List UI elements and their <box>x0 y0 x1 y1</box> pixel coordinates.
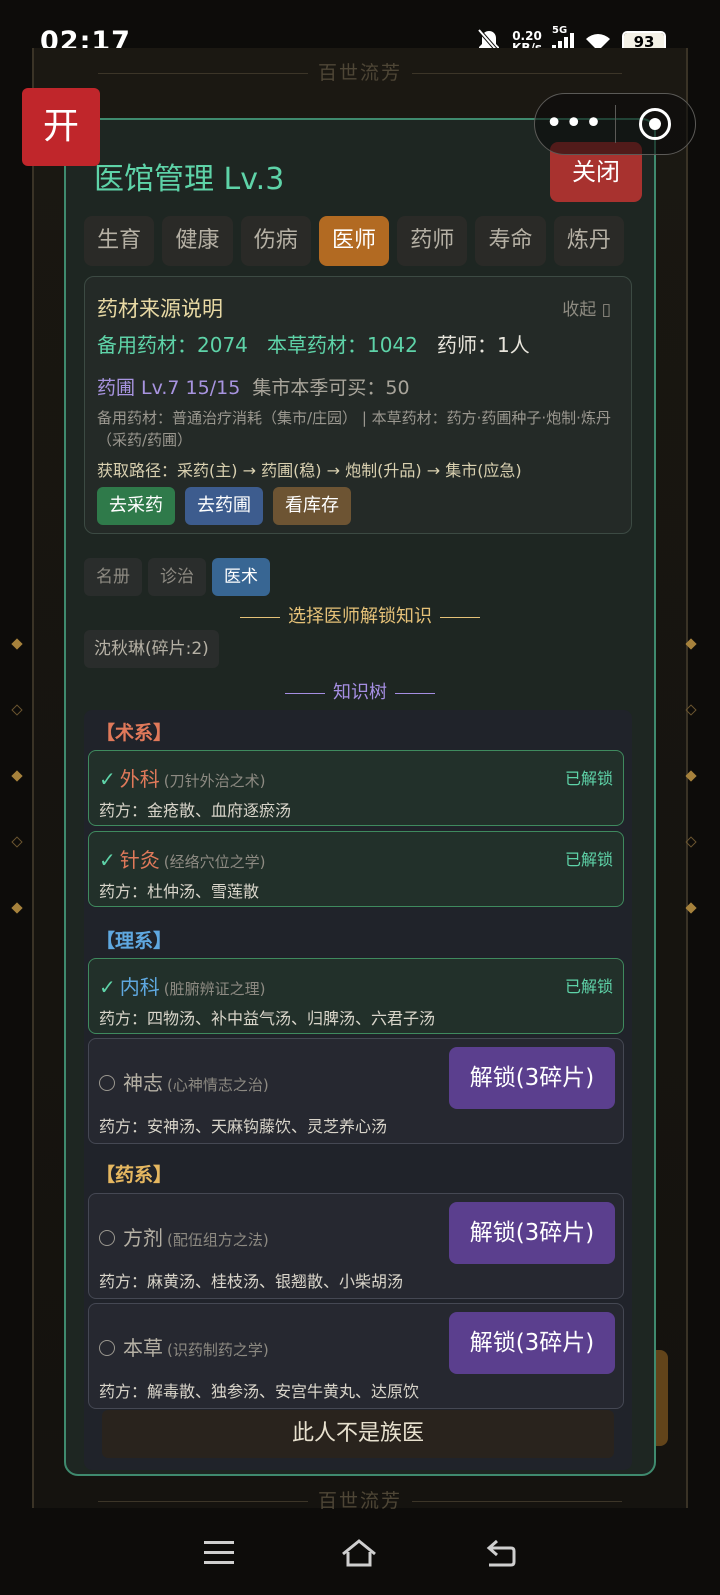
branch-yao: 【药系】 <box>96 1164 173 1186</box>
backup-herbs-label: 备用药材： <box>97 333 197 357</box>
herb-source-title: 药材来源说明 <box>97 297 223 321</box>
check-icon: ✓ <box>99 848 116 872</box>
knowledge-node-materia-medica: 本草 (识药制药之学) 解锁(3碎片) 药方：解毒散、独参汤、安宫牛黄丸、达原饮 <box>88 1303 624 1409</box>
node-desc: (刀针外治之术) <box>163 772 266 790</box>
node-recipes: 药方：安神汤、天麻钩藤饮、灵芝养心汤 <box>99 1117 388 1136</box>
subtab-medicine[interactable]: 医术 <box>212 558 270 596</box>
category-tabs: 生育 健康 伤病 医师 药师 寿命 炼丹 <box>84 216 624 266</box>
node-recipes: 药方：麻黄汤、桂枝汤、银翘散、小柴胡汤 <box>99 1272 404 1291</box>
close-miniprogram-icon[interactable] <box>616 108 696 140</box>
pharmacist-value: 1人 <box>496 333 530 357</box>
herb-garden-button[interactable]: 去药圃 <box>185 487 263 525</box>
subtab-roster[interactable]: 名册 <box>84 558 142 596</box>
home-icon[interactable] <box>340 1538 378 1568</box>
tab-alchemy[interactable]: 炼丹 <box>553 216 624 266</box>
radio-circle-icon <box>99 1075 115 1091</box>
node-recipes: 药方：金疮散、血府逐瘀汤 <box>99 801 292 820</box>
modal-title: 医馆管理 Lv.3 <box>94 162 285 197</box>
knowledge-node-formula: 方剂 (配伍组方之法) 解锁(3碎片) 药方：麻黄汤、桂枝汤、银翘散、小柴胡汤 <box>88 1193 624 1299</box>
herb-source-card: 药材来源说明 收起 ▯ 备用药材：2074 本草药材：1042 药师：1人 药圃… <box>84 276 632 534</box>
garden-market-info: 药圃 Lv.7 15/15 集市本季可买：50 <box>97 373 410 400</box>
branch-shu: 【术系】 <box>96 722 173 744</box>
physician-subtabs: 名册 诊治 医术 <box>84 558 270 596</box>
node-desc: (识药制药之学) <box>167 1341 269 1359</box>
signal-label: 5G <box>552 25 568 36</box>
game-title-top: 百世流芳 <box>0 58 720 85</box>
right-ornament <box>684 638 698 914</box>
game-title-bottom: 百世流芳 <box>0 1486 720 1513</box>
radio-circle-icon <box>99 1230 115 1246</box>
node-desc: (心神情志之治) <box>167 1076 269 1094</box>
pharmacist-label: 药师： <box>436 333 497 357</box>
unlock-button[interactable]: 解锁(3碎片) <box>449 1202 615 1264</box>
knowledge-node-mind: 神志 (心神情志之治) 解锁(3碎片) 药方：安神汤、天麻钩藤饮、灵芝养心汤 <box>88 1038 624 1144</box>
backup-herbs-value: 2074 <box>197 333 248 357</box>
tab-lifespan[interactable]: 寿命 <box>475 216 546 266</box>
check-icon: ✓ <box>99 767 116 791</box>
collapse-button[interactable]: 收起 ▯ <box>562 295 611 320</box>
node-status: 已解锁 <box>564 769 613 788</box>
select-physician-heading-text: 选择医师解锁知识 <box>288 606 432 627</box>
physician-chip[interactable]: 沈秋琳(碎片:2) <box>84 630 219 668</box>
node-name: 方剂 <box>123 1226 163 1250</box>
node-name: 本草 <box>123 1336 163 1360</box>
node-recipes: 药方：解毒散、独参汤、安宫牛黄丸、达原饮 <box>99 1382 420 1401</box>
clinic-management-modal: 医馆管理 Lv.3 关闭 生育 健康 伤病 医师 药师 寿命 炼丹 药材来源说明… <box>64 118 656 1476</box>
knowledge-node-internal[interactable]: ✓ 内科 (脏腑辨证之理) 已解锁 药方：四物汤、补中益气汤、归脾汤、六君子汤 <box>88 958 624 1034</box>
miniprogram-capsule: ••• <box>534 93 696 155</box>
tab-injury[interactable]: 伤病 <box>240 216 311 266</box>
herb-counts: 备用药材：2074 本草药材：1042 药师：1人 <box>97 329 530 358</box>
view-inventory-button[interactable]: 看库存 <box>273 487 351 525</box>
knowledge-tree-heading-text: 知识树 <box>333 682 387 703</box>
radio-circle-icon <box>99 1340 115 1356</box>
gather-herbs-button[interactable]: 去采药 <box>97 487 175 525</box>
back-icon[interactable] <box>483 1538 517 1568</box>
branch-li: 【理系】 <box>96 930 173 952</box>
node-desc: (脏腑辨证之理) <box>163 980 266 998</box>
node-status: 已解锁 <box>564 977 613 996</box>
tab-health[interactable]: 健康 <box>162 216 233 266</box>
acquisition-path: 获取路径：采药(主) → 药圃(稳) → 炮制(升品) → 集市(应急) <box>97 461 522 480</box>
more-menu-icon[interactable]: ••• <box>535 109 615 139</box>
system-nav-bar <box>0 1510 720 1595</box>
knowledge-node-surgery[interactable]: ✓ 外科 (刀针外治之术) 已解锁 药方：金疮散、血府逐瘀汤 <box>88 750 624 826</box>
menu-icon[interactable] <box>203 1540 235 1566</box>
node-name: 针灸 <box>119 848 160 872</box>
bencao-label: 本草药材： <box>266 333 367 357</box>
tab-pharmacist[interactable]: 药师 <box>397 216 468 266</box>
node-name: 神志 <box>123 1071 163 1095</box>
subtab-treatment[interactable]: 诊治 <box>148 558 206 596</box>
node-status: 已解锁 <box>564 850 613 869</box>
tab-physician[interactable]: 医师 <box>318 216 390 266</box>
unlock-button[interactable]: 解锁(3碎片) <box>449 1047 615 1109</box>
knowledge-tree-heading: 知识树 <box>66 678 654 704</box>
node-recipes: 药方：杜仲汤、雪莲散 <box>99 882 260 901</box>
node-desc: (配伍组方之法) <box>167 1231 269 1249</box>
tab-birth[interactable]: 生育 <box>84 216 155 266</box>
herb-garden-level: 药圃 Lv.7 15/15 <box>97 377 241 399</box>
herb-action-buttons: 去采药 去药圃 看库存 <box>97 487 351 525</box>
open-toggle-button[interactable]: 开 <box>22 88 100 166</box>
toast-message: 此人不是族医 <box>102 1410 614 1458</box>
unlock-button[interactable]: 解锁(3碎片) <box>449 1312 615 1374</box>
node-recipes: 药方：四物汤、补中益气汤、归脾汤、六君子汤 <box>99 1009 436 1028</box>
node-desc: (经络穴位之学) <box>163 853 266 871</box>
left-ornament <box>10 638 24 914</box>
check-icon: ✓ <box>99 975 116 999</box>
herb-source-note: 备用药材：普通治疗消耗（集市/庄园） | 本草药材：药方·药圃种子·炮制·炼丹（… <box>97 409 611 449</box>
knowledge-node-acupuncture[interactable]: ✓ 针灸 (经络穴位之学) 已解锁 药方：杜仲汤、雪莲散 <box>88 831 624 907</box>
bencao-value: 1042 <box>366 333 418 357</box>
select-physician-heading: 选择医师解锁知识 <box>66 602 654 628</box>
market-quota: 集市本季可买：50 <box>252 377 410 399</box>
node-name: 外科 <box>119 767 160 791</box>
node-name: 内科 <box>119 975 160 999</box>
